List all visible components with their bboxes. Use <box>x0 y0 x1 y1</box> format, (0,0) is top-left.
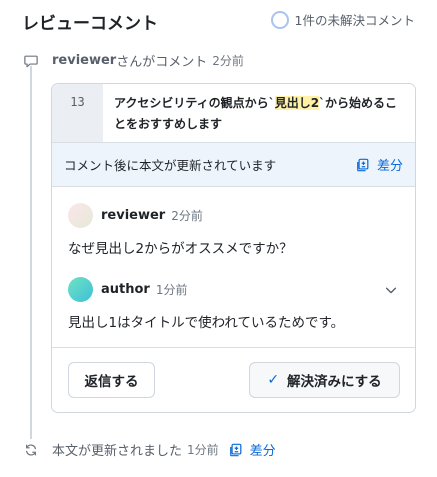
comment-body: 見出し1はタイトルで使われているためです。 <box>68 315 345 331</box>
comment-icon <box>24 55 38 67</box>
thread-actions: 返信する ✓ 解決済みにする <box>52 347 415 412</box>
unresolved-label: 1件の未解決コメント <box>294 13 415 28</box>
outdated-notice: コメント後に本文が更新されています 差分 <box>52 143 415 187</box>
code-text-before: アクセシビリティの観点から` <box>114 96 275 110</box>
comment-header: author 1分前 <box>52 276 415 302</box>
reply-button[interactable]: 返信する <box>68 362 155 398</box>
diff-label: 差分 <box>376 159 403 174</box>
update-text: 本文が更新されました <box>52 444 183 459</box>
update-diff-link[interactable]: 差分 <box>229 440 276 459</box>
comment-author-reply: author 1分前 見出し1はタイトルで使われているためです。 <box>52 276 415 331</box>
notice-text: コメント後に本文が更新されています <box>64 158 277 173</box>
event-user[interactable]: reviewer <box>52 53 116 68</box>
comment-body: なぜ見出し2からがオススメですか？ <box>68 241 293 257</box>
timeline-line <box>30 66 32 439</box>
comment-header: reviewer 2分前 <box>52 202 415 228</box>
sync-icon <box>26 443 36 456</box>
comment-time: 2分前 <box>171 208 203 223</box>
unresolved-circle-icon <box>270 10 289 29</box>
update-diff-label: 差分 <box>249 444 276 459</box>
comment-reviewer: reviewer 2分前 なぜ見出し2からがオススメですか？ <box>52 202 415 257</box>
resolve-button[interactable]: ✓ 解決済みにする <box>249 362 400 398</box>
resolve-label: 解決済みにする <box>287 374 382 390</box>
event-time: 2分前 <box>212 54 244 68</box>
review-thread-card: 13 アクセシビリティの観点から`見出し2`から始めることをおすすめします コメ… <box>51 83 416 413</box>
event-action: さんがコメント <box>116 55 208 70</box>
review-header: レビューコメント 1件の未解決コメント <box>22 8 422 34</box>
chevron-down-icon[interactable] <box>384 283 398 297</box>
comment-time: 1分前 <box>155 282 188 297</box>
code-line: アクセシビリティの観点から`見出し2`から始めることをおすすめします <box>103 84 415 142</box>
check-icon: ✓ <box>267 372 280 388</box>
code-highlight: 見出し2 <box>274 96 320 110</box>
avatar[interactable] <box>68 276 93 302</box>
diff-icon <box>229 443 242 456</box>
avatar[interactable] <box>68 202 93 228</box>
diff-link[interactable]: 差分 <box>356 155 403 174</box>
update-time: 1分前 <box>187 443 219 457</box>
page-title: レビューコメント <box>22 14 158 34</box>
comment-author[interactable]: author <box>101 282 150 297</box>
timeline-event-comment: reviewer さんがコメント 2分前 <box>24 51 244 70</box>
line-number: 13 <box>52 84 103 142</box>
code-snippet: 13 アクセシビリティの観点から`見出し2`から始めることをおすすめします <box>52 84 415 143</box>
diff-icon <box>357 158 369 171</box>
comment-author[interactable]: reviewer <box>101 208 165 223</box>
unresolved-count[interactable]: 1件の未解決コメント <box>270 10 415 29</box>
timeline-event-update: 本文が更新されました 1分前 差分 <box>24 440 276 459</box>
